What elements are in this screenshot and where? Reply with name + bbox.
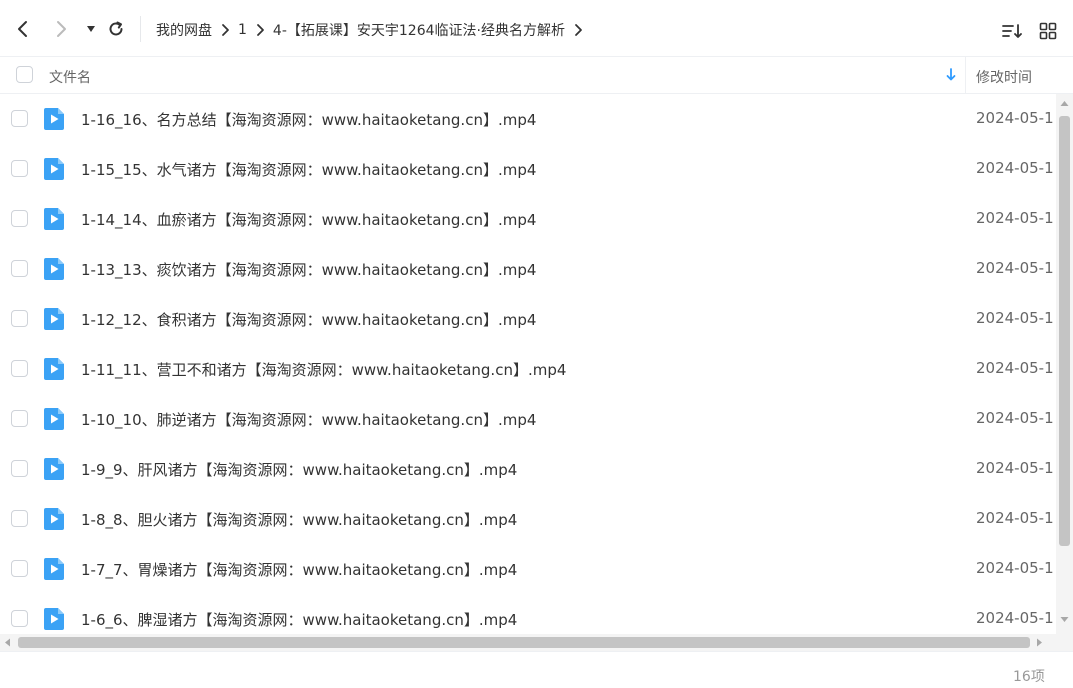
file-modified-time: 2024-05-1 xyxy=(976,559,1054,577)
chevron-left-icon xyxy=(18,21,27,37)
scroll-up-arrow-icon[interactable] xyxy=(1060,100,1069,107)
row-checkbox[interactable] xyxy=(11,360,28,377)
file-name[interactable]: 1-10_10、肺逆诸方【海淘资源网：www.haitaoketang.cn】.… xyxy=(81,409,536,430)
video-file-icon xyxy=(44,108,64,130)
list-item[interactable]: 1-11_11、营卫不和诸方【海淘资源网：www.haitaoketang.cn… xyxy=(0,344,1056,394)
row-checkbox[interactable] xyxy=(11,560,28,577)
row-checkbox[interactable] xyxy=(11,160,28,177)
video-file-icon xyxy=(44,608,64,630)
column-header-modified[interactable]: 修改时间 xyxy=(976,67,1032,87)
column-divider[interactable] xyxy=(965,57,966,93)
video-file-icon xyxy=(44,508,64,530)
file-modified-time: 2024-05-1 xyxy=(976,409,1054,427)
file-name[interactable]: 1-15_15、水气诸方【海淘资源网：www.haitaoketang.cn】.… xyxy=(81,159,536,180)
sort-button[interactable] xyxy=(1001,20,1023,42)
history-dropdown-button[interactable] xyxy=(79,17,103,41)
video-file-icon xyxy=(44,208,64,230)
row-checkbox[interactable] xyxy=(11,310,28,327)
status-bar: 16项 xyxy=(0,651,1073,688)
list-item[interactable]: 1-14_14、血瘀诸方【海淘资源网：www.haitaoketang.cn】.… xyxy=(0,194,1056,244)
video-file-icon xyxy=(44,458,64,480)
file-name[interactable]: 1-14_14、血瘀诸方【海淘资源网：www.haitaoketang.cn】.… xyxy=(81,209,536,230)
file-name[interactable]: 1-9_9、肝风诸方【海淘资源网：www.haitaoketang.cn】.mp… xyxy=(81,459,517,480)
horizontal-scroll-thumb[interactable] xyxy=(18,637,1030,648)
back-button[interactable] xyxy=(11,17,35,41)
row-checkbox[interactable] xyxy=(11,260,28,277)
list-item[interactable]: 1-15_15、水气诸方【海淘资源网：www.haitaoketang.cn】.… xyxy=(0,144,1056,194)
file-modified-time: 2024-05-1 xyxy=(976,109,1054,127)
row-checkbox[interactable] xyxy=(11,410,28,427)
file-name[interactable]: 1-16_16、名方总结【海淘资源网：www.haitaoketang.cn】.… xyxy=(81,109,536,130)
row-checkbox[interactable] xyxy=(11,510,28,527)
file-name[interactable]: 1-6_6、脾湿诸方【海淘资源网：www.haitaoketang.cn】.mp… xyxy=(81,609,517,630)
item-count: 16项 xyxy=(1013,669,1045,685)
arrow-down-icon[interactable] xyxy=(945,67,957,83)
list-item[interactable]: 1-8_8、胆火诸方【海淘资源网：www.haitaoketang.cn】.mp… xyxy=(0,494,1056,544)
vertical-scroll-thumb[interactable] xyxy=(1059,116,1070,546)
list-item[interactable]: 1-7_7、胃燥诸方【海淘资源网：www.haitaoketang.cn】.mp… xyxy=(0,544,1056,594)
file-name[interactable]: 1-13_13、痰饮诸方【海淘资源网：www.haitaoketang.cn】.… xyxy=(81,259,536,280)
video-file-icon xyxy=(44,158,64,180)
file-modified-time: 2024-05-1 xyxy=(976,509,1054,527)
video-file-icon xyxy=(44,308,64,330)
forward-button[interactable] xyxy=(49,17,73,41)
scroll-right-arrow-icon[interactable] xyxy=(1036,638,1043,647)
row-checkbox[interactable] xyxy=(11,460,28,477)
select-all-checkbox[interactable] xyxy=(16,66,33,83)
file-list-header: 文件名 修改时间 xyxy=(0,57,1073,94)
video-file-icon xyxy=(44,358,64,380)
column-header-name[interactable]: 文件名 xyxy=(49,67,91,87)
file-modified-time: 2024-05-1 xyxy=(976,259,1054,277)
list-item[interactable]: 1-10_10、肺逆诸方【海淘资源网：www.haitaoketang.cn】.… xyxy=(0,394,1056,444)
refresh-icon xyxy=(109,21,123,36)
file-modified-time: 2024-05-1 xyxy=(976,159,1054,177)
scroll-down-arrow-icon[interactable] xyxy=(1060,616,1069,623)
grid-view-icon xyxy=(1039,22,1057,40)
list-item[interactable]: 1-13_13、痰饮诸方【海淘资源网：www.haitaoketang.cn】.… xyxy=(0,244,1056,294)
file-name[interactable]: 1-12_12、食积诸方【海淘资源网：www.haitaoketang.cn】.… xyxy=(81,309,536,330)
file-modified-time: 2024-05-1 xyxy=(976,309,1054,327)
file-name[interactable]: 1-11_11、营卫不和诸方【海淘资源网：www.haitaoketang.cn… xyxy=(81,359,566,380)
breadcrumb-item-root[interactable]: 我的网盘 xyxy=(156,20,212,40)
vertical-scrollbar[interactable] xyxy=(1056,94,1073,634)
sort-list-icon xyxy=(1002,24,1022,38)
toolbar-divider xyxy=(140,16,141,42)
horizontal-scrollbar[interactable] xyxy=(0,634,1056,651)
video-file-icon xyxy=(44,408,64,430)
chevron-right-icon xyxy=(247,20,273,40)
file-modified-time: 2024-05-1 xyxy=(976,359,1054,377)
row-checkbox[interactable] xyxy=(11,210,28,227)
caret-down-icon xyxy=(87,26,95,32)
list-item[interactable]: 1-9_9、肝风诸方【海淘资源网：www.haitaoketang.cn】.mp… xyxy=(0,444,1056,494)
video-file-icon xyxy=(44,558,64,580)
list-item[interactable]: 1-6_6、脾湿诸方【海淘资源网：www.haitaoketang.cn】.mp… xyxy=(0,594,1056,634)
breadcrumb: 我的网盘 1 4-【拓展课】安天宇1264临证法·经典名方解析 xyxy=(156,18,591,42)
file-name[interactable]: 1-7_7、胃燥诸方【海淘资源网：www.haitaoketang.cn】.mp… xyxy=(81,559,517,580)
list-item[interactable]: 1-16_16、名方总结【海淘资源网：www.haitaoketang.cn】.… xyxy=(0,94,1056,144)
file-modified-time: 2024-05-1 xyxy=(976,609,1054,627)
row-checkbox[interactable] xyxy=(11,110,28,127)
scrollbar-corner xyxy=(1056,634,1073,651)
file-list: 1-16_16、名方总结【海淘资源网：www.haitaoketang.cn】.… xyxy=(0,94,1056,634)
file-modified-time: 2024-05-1 xyxy=(976,459,1054,477)
scroll-left-arrow-icon[interactable] xyxy=(4,638,11,647)
list-item[interactable]: 1-12_12、食积诸方【海淘资源网：www.haitaoketang.cn】.… xyxy=(0,294,1056,344)
grid-view-button[interactable] xyxy=(1037,20,1059,42)
row-checkbox[interactable] xyxy=(11,610,28,627)
chevron-right-icon[interactable] xyxy=(565,20,591,40)
file-modified-time: 2024-05-1 xyxy=(976,209,1054,227)
file-name[interactable]: 1-8_8、胆火诸方【海淘资源网：www.haitaoketang.cn】.mp… xyxy=(81,509,517,530)
breadcrumb-item-folder[interactable]: 1 xyxy=(238,22,247,38)
chevron-right-icon xyxy=(57,21,66,37)
video-file-icon xyxy=(44,258,64,280)
breadcrumb-item-current[interactable]: 4-【拓展课】安天宇1264临证法·经典名方解析 xyxy=(273,20,565,40)
refresh-button[interactable] xyxy=(104,17,128,41)
toolbar: 我的网盘 1 4-【拓展课】安天宇1264临证法·经典名方解析 xyxy=(0,0,1073,57)
chevron-right-icon xyxy=(212,20,238,40)
